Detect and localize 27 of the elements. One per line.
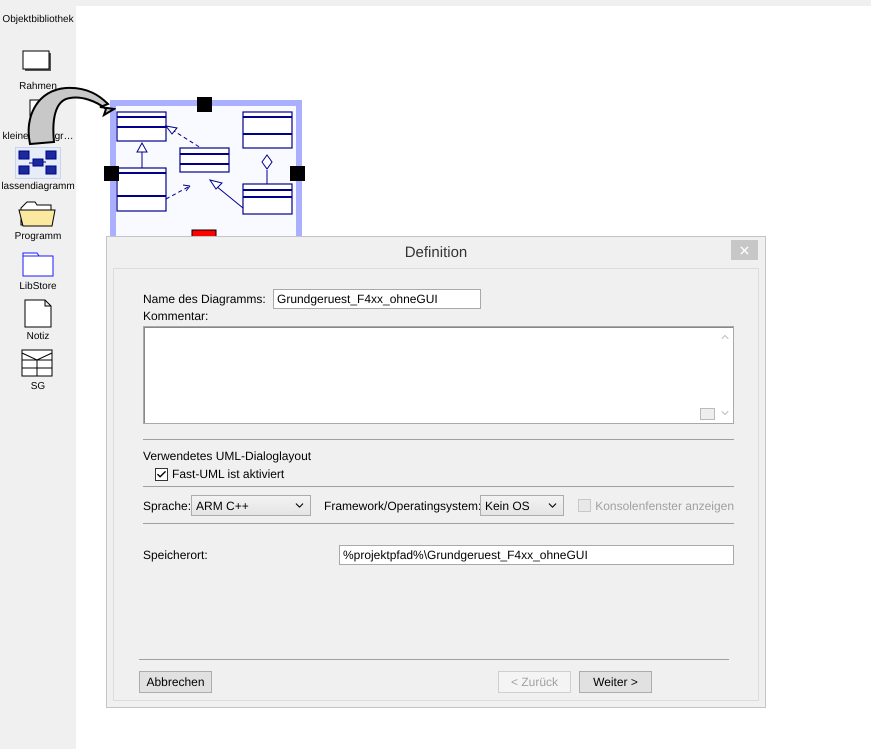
section-title: Verwendetes UML-Dialoglayout: [143, 449, 312, 463]
class-diagram-icon: [15, 147, 61, 179]
dialog-title: Definition: [404, 244, 468, 261]
field-label: Sprache:: [143, 498, 192, 512]
field-label: Framework/Operatingsystem:: [324, 498, 480, 512]
library-item[interactable]: Rahmen: [0, 47, 76, 97]
resize-grip-icon[interactable]: [700, 408, 715, 420]
language-dropdown[interactable]: ARM C++: [191, 495, 311, 516]
library-item[interactable]: Notiz: [0, 297, 76, 347]
framework-dropdown[interactable]: Kein OS: [480, 495, 564, 516]
library-item[interactable]: Programm: [0, 197, 76, 247]
library-title: Objektbibliothek: [2, 14, 74, 25]
field-label: Kommentar:: [143, 309, 210, 323]
close-icon: [738, 244, 751, 256]
field-label: Name des Diagramms:: [143, 292, 267, 306]
library-item[interactable]: LibStore: [0, 247, 76, 297]
name-field[interactable]: Grundgeruest_F4xx_ohneGUI: [273, 289, 481, 309]
close-button[interactable]: [731, 240, 758, 260]
comment-field[interactable]: [143, 326, 734, 424]
next-button[interactable]: Weiter >: [579, 671, 652, 693]
field-label: Speicherort:: [143, 548, 209, 562]
fast-uml-checkbox[interactable]: Fast-UML ist aktiviert: [155, 467, 734, 481]
location-field[interactable]: %projektpfad%\Grundgeruest_F4xx_ohneGUI: [339, 545, 734, 565]
library-item[interactable]: SG: [0, 347, 76, 397]
cancel-button[interactable]: Abbrechen: [139, 671, 212, 693]
library-item[interactable]: lassendiagramm: [0, 147, 76, 197]
check-icon: [156, 468, 167, 480]
